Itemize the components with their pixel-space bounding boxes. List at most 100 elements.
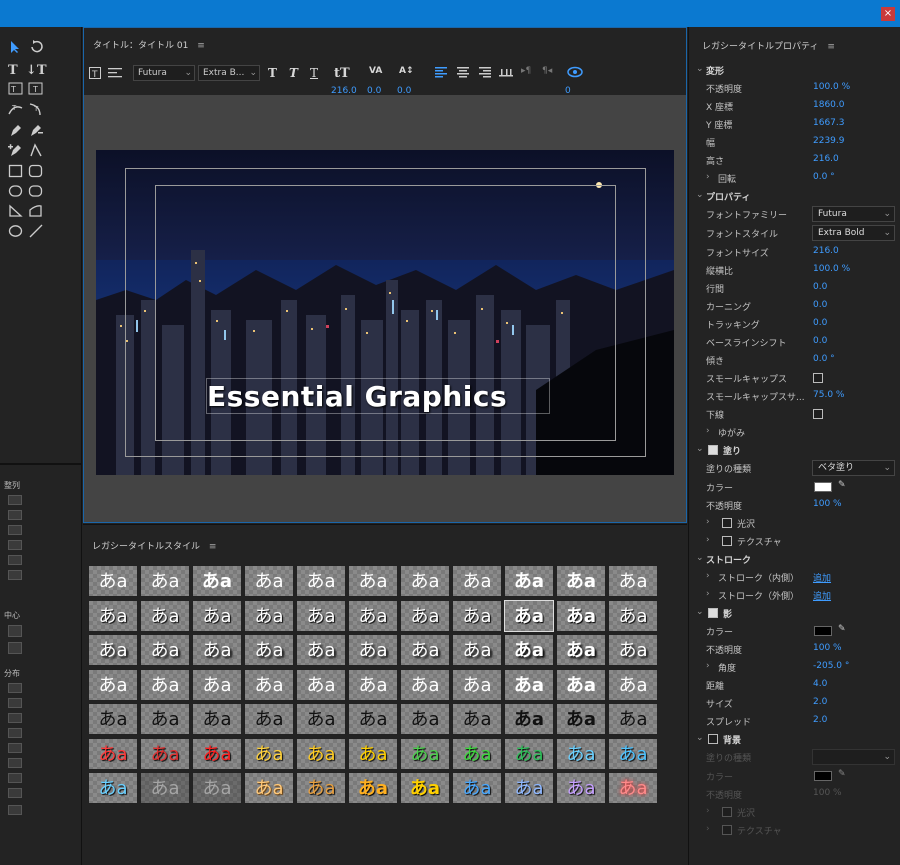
style-swatch[interactable]: あa xyxy=(140,737,190,770)
row-shadow-angle[interactable]: › 角度 -205.0 ° xyxy=(689,659,900,675)
align-right-text-icon[interactable] xyxy=(479,67,491,78)
area-type-icon[interactable]: T xyxy=(8,82,24,96)
style-swatch[interactable]: あa xyxy=(348,772,398,804)
align-center-h-button[interactable] xyxy=(8,510,22,520)
style-swatch[interactable]: あa xyxy=(296,599,346,632)
rounded-rectangle-tool-icon[interactable] xyxy=(28,164,44,178)
row-stroke-inner[interactable]: › ストローク（内側） 追加 xyxy=(689,569,900,585)
style-swatch[interactable]: あa xyxy=(140,599,190,632)
style-swatch[interactable]: あa xyxy=(400,737,450,770)
distribute-left-button[interactable] xyxy=(8,683,22,693)
style-swatch[interactable]: あa xyxy=(556,599,606,632)
font-family-dropdown[interactable]: Futura ⌄ xyxy=(133,65,195,81)
style-swatch[interactable]: あa xyxy=(244,599,294,632)
kerning-icon[interactable]: VA xyxy=(369,66,382,82)
arc-tool-icon[interactable] xyxy=(28,204,44,218)
style-swatch[interactable]: あa xyxy=(504,703,554,735)
line-tool-icon[interactable] xyxy=(28,224,44,238)
style-swatch[interactable]: あa xyxy=(504,599,554,632)
distribute-bottom-button[interactable] xyxy=(8,773,22,783)
style-swatch[interactable]: あa xyxy=(608,668,658,701)
style-swatch[interactable]: あa xyxy=(296,634,346,666)
row-stroke-outer[interactable]: › ストローク（外側） 追加 xyxy=(689,587,900,603)
eyedropper-icon[interactable]: ✎ xyxy=(838,480,846,490)
style-swatch[interactable]: あa xyxy=(192,668,242,701)
style-swatch[interactable]: あa xyxy=(140,634,190,666)
style-swatch[interactable]: あa xyxy=(296,668,346,701)
section-stroke[interactable]: ⌄ ストローク xyxy=(689,551,900,567)
style-swatch[interactable]: あa xyxy=(296,703,346,735)
row-texture[interactable]: › テクスチャ xyxy=(689,533,900,549)
title-panel-menu-icon[interactable]: ≡ xyxy=(197,41,205,51)
style-swatch[interactable]: あa xyxy=(452,668,502,701)
title-canvas[interactable]: Essential Graphics xyxy=(84,95,686,522)
paragraph-right-icon[interactable]: ¶◂ xyxy=(542,66,552,82)
distribute-center-h-button[interactable] xyxy=(8,698,22,708)
texture-checkbox[interactable] xyxy=(722,536,732,546)
type-tool-icon[interactable]: T xyxy=(8,63,24,78)
distribute-right-button[interactable] xyxy=(8,713,22,723)
leading-icon[interactable]: A↕ xyxy=(399,66,414,82)
style-swatch[interactable]: あa xyxy=(608,772,658,804)
font-family-select[interactable]: Futura ⌄ xyxy=(812,206,895,222)
tab-icon[interactable] xyxy=(499,67,513,78)
style-swatch[interactable]: あa xyxy=(400,599,450,632)
style-swatch[interactable]: あa xyxy=(556,772,606,804)
roll-crawl-icon[interactable]: T xyxy=(89,67,101,79)
style-swatch[interactable]: あa xyxy=(452,565,502,597)
style-swatch[interactable]: あa xyxy=(88,668,138,701)
distribute-spacing-button[interactable] xyxy=(8,805,22,815)
style-swatch[interactable]: あa xyxy=(296,772,346,804)
style-swatch[interactable]: あa xyxy=(556,703,606,735)
ellipse-tool-icon[interactable] xyxy=(8,224,24,238)
style-swatch[interactable]: あa xyxy=(140,565,190,597)
style-swatch[interactable]: あa xyxy=(608,737,658,770)
distribute-even-v-button[interactable] xyxy=(8,788,22,798)
style-swatch[interactable]: あa xyxy=(452,772,502,804)
style-swatch[interactable]: あa xyxy=(608,703,658,735)
style-swatch[interactable]: あa xyxy=(244,703,294,735)
shadow-checkbox[interactable] xyxy=(708,608,718,618)
align-left-button[interactable] xyxy=(8,495,22,505)
add-outer-stroke-link[interactable]: 追加 xyxy=(813,589,831,602)
style-swatch[interactable]: あa xyxy=(88,599,138,632)
rotate-icon[interactable] xyxy=(28,40,44,54)
font-style-dropdown[interactable]: Extra B... ⌄ xyxy=(198,65,260,81)
show-background-icon[interactable] xyxy=(567,66,583,78)
style-swatch[interactable]: あa xyxy=(88,737,138,770)
style-swatch[interactable]: あa xyxy=(556,737,606,770)
style-swatch[interactable]: あa xyxy=(296,737,346,770)
add-anchor-icon[interactable] xyxy=(8,143,24,157)
underline-icon[interactable]: T xyxy=(310,66,318,82)
align-top-button[interactable] xyxy=(8,540,22,550)
pen-icon[interactable] xyxy=(8,123,24,137)
style-swatch[interactable]: あa xyxy=(452,599,502,632)
style-swatch[interactable]: あa xyxy=(192,634,242,666)
section-transform[interactable]: ⌄ 変形 xyxy=(689,62,900,78)
background-checkbox[interactable] xyxy=(708,734,718,744)
style-swatch[interactable]: あa xyxy=(452,703,502,735)
section-fill[interactable]: ⌄ 塗り xyxy=(689,442,900,458)
align-center-v-button[interactable] xyxy=(8,555,22,565)
properties-panel-menu-icon[interactable]: ≡ xyxy=(827,42,835,52)
sheen-checkbox[interactable] xyxy=(722,518,732,528)
style-swatch[interactable]: あa xyxy=(140,772,190,804)
section-shadow[interactable]: ⌄ 影 xyxy=(689,605,900,621)
distribute-top-button[interactable] xyxy=(8,743,22,753)
font-size-icon[interactable]: tT xyxy=(334,66,350,82)
style-swatch[interactable]: あa xyxy=(400,703,450,735)
styles-panel-menu-icon[interactable]: ≡ xyxy=(209,542,217,552)
font-style-select[interactable]: Extra Bold ⌄ xyxy=(812,225,895,241)
vertical-area-type-icon[interactable]: T xyxy=(28,82,44,96)
style-swatch[interactable]: あa xyxy=(400,772,450,804)
style-swatch[interactable]: あa xyxy=(244,634,294,666)
bold-icon[interactable]: T xyxy=(268,66,277,82)
style-swatch[interactable]: あa xyxy=(296,565,346,597)
style-swatch[interactable]: あa xyxy=(348,737,398,770)
paragraph-left-icon[interactable]: ▸¶ xyxy=(521,66,531,82)
section-background[interactable]: ⌄ 背景 xyxy=(689,731,900,747)
section-properties[interactable]: ⌄ プロパティ xyxy=(689,188,900,204)
style-swatch[interactable]: あa xyxy=(88,634,138,666)
center-horizontal-button[interactable] xyxy=(8,625,22,637)
style-swatch[interactable]: あa xyxy=(608,599,658,632)
